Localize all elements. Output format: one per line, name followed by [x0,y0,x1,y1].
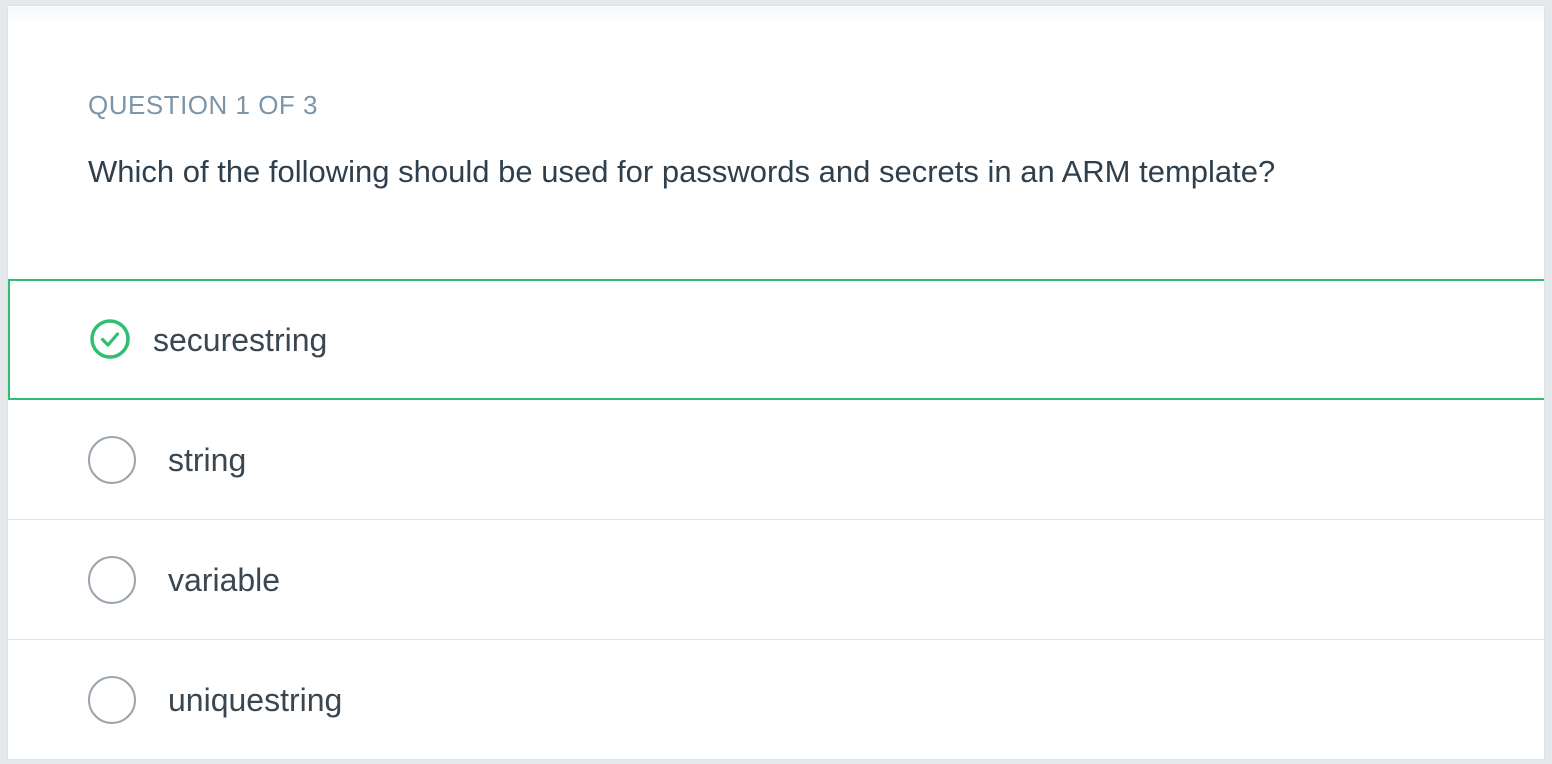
answer-option-variable[interactable]: variable [8,520,1544,640]
option-label: uniquestring [168,682,343,718]
answer-option-securestring[interactable]: securestring [8,279,1544,400]
option-label: variable [168,562,281,598]
quiz-card: QUESTION 1 OF 3 Which of the following s… [7,5,1545,760]
answer-option-string[interactable]: string [8,400,1544,520]
check-circle-icon [90,319,130,359]
option-label: string [168,442,247,478]
option-label: securestring [153,322,328,358]
card-top-shade [8,6,1544,28]
question-counter: QUESTION 1 OF 3 [88,90,318,120]
radio-circle-icon[interactable] [88,436,136,484]
question-text: Which of the following should be used fo… [88,154,1276,189]
radio-circle-icon[interactable] [88,676,136,724]
answer-options: securestring string variable uniquestrin… [8,279,1544,759]
radio-circle-icon[interactable] [88,556,136,604]
answer-option-uniquestring[interactable]: uniquestring [8,640,1544,759]
